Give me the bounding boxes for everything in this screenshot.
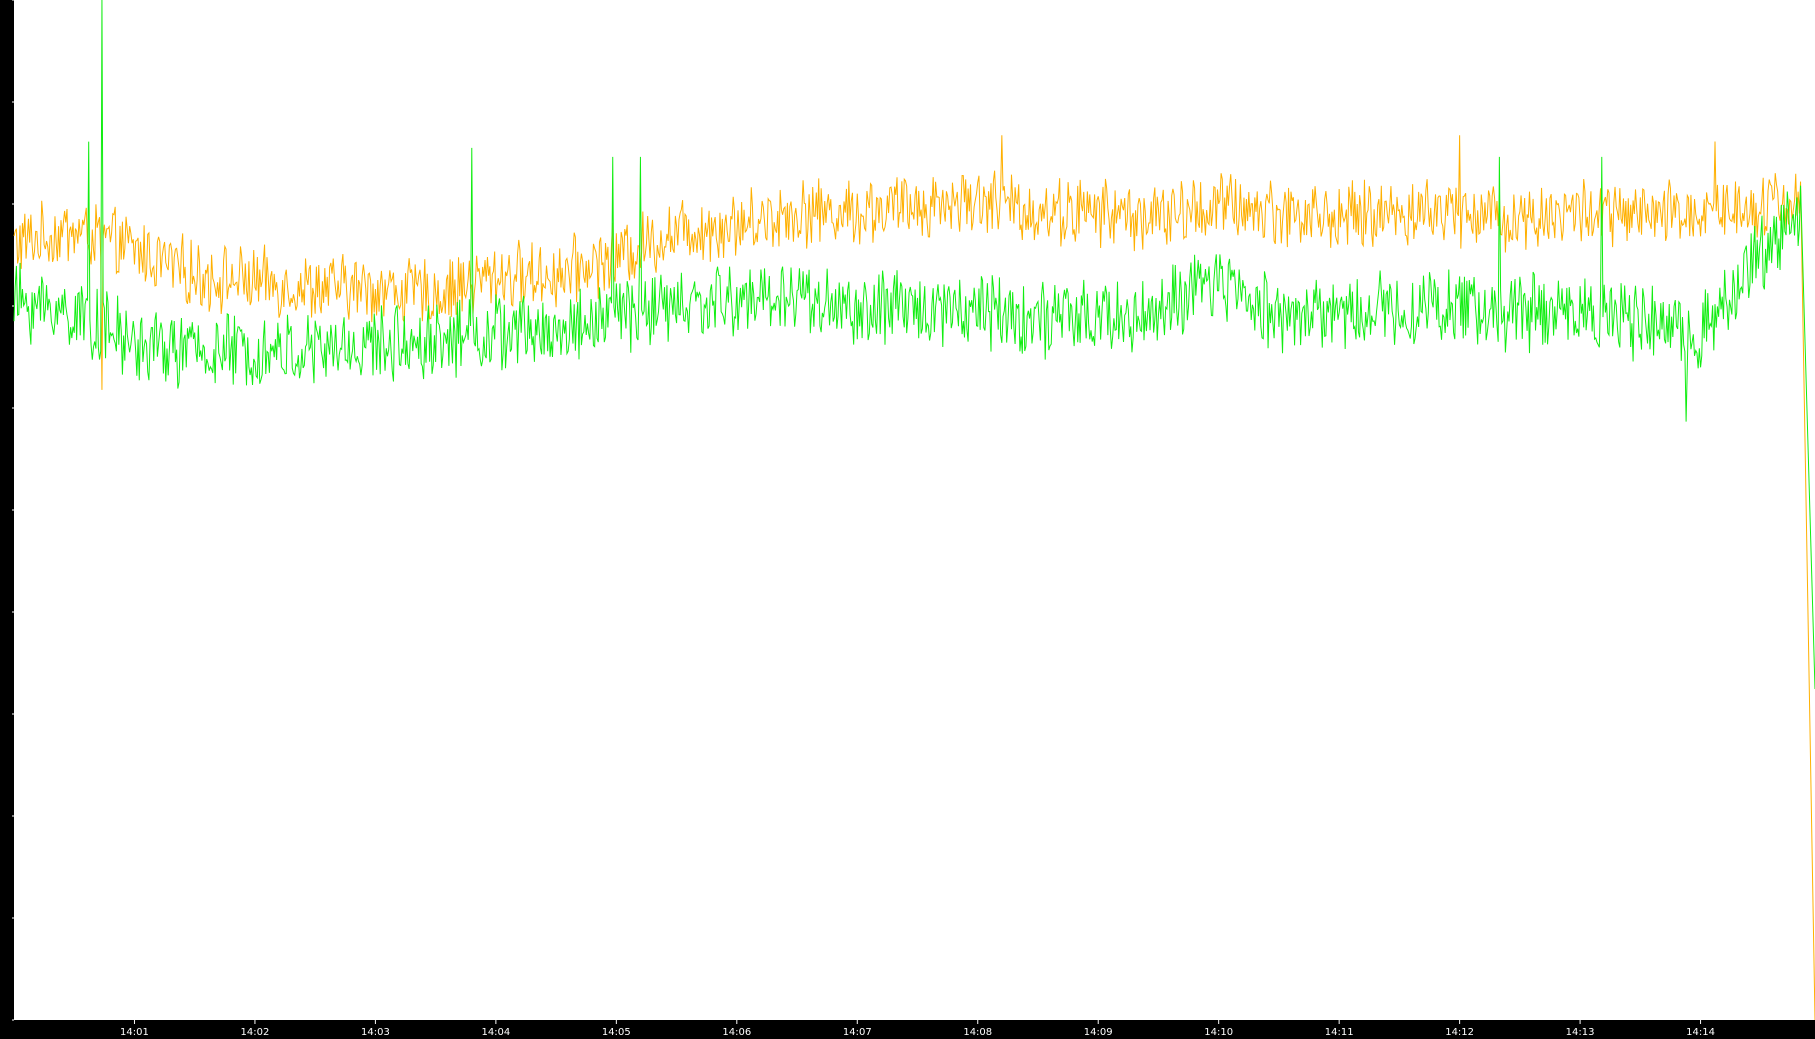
y-tick-label: 4006 (2, 497, 13, 522)
y-tick-label: 6409 (2, 191, 13, 216)
x-axis-bar (0, 1020, 1815, 1039)
x-tick-label: 14:02 (241, 1027, 270, 1038)
y-tick-label: 5608 (2, 293, 13, 318)
x-tick-label: 14:10 (1204, 1027, 1233, 1038)
y-tick-label: 1602 (2, 803, 13, 828)
x-tick-label: 14:12 (1445, 1027, 1474, 1038)
y-tick-label: 0 (2, 1018, 13, 1024)
y-tick-label: 8012 (2, 0, 13, 2)
x-tick-label: 14:04 (481, 1027, 510, 1038)
series-line (13, 0, 1815, 690)
line-chart: 0 801 1602 2403 3204 4006 4807 5608 6409 7210 8012… (0, 0, 1815, 1039)
x-tick-label: 14:06 (722, 1027, 751, 1038)
x-tick-label: 14:07 (843, 1027, 872, 1038)
x-tick-label: 14:01 (120, 1027, 149, 1038)
chart-canvas: 0 801 1602 2403 3204 4006 4807 5608 6409 7210 8012… (0, 0, 1815, 1039)
y-tick-label: 801 (2, 908, 13, 927)
x-tick-label: 14:05 (602, 1027, 631, 1038)
series-line (13, 135, 1815, 1021)
x-tick-label: 14:03 (361, 1027, 390, 1038)
x-tick-label: 14:09 (1084, 1027, 1113, 1038)
y-tick-label: 7210 (2, 89, 13, 114)
y-tick-label: 4807 (2, 395, 13, 420)
plot-area (13, 0, 1815, 1021)
y-tick-label: 3204 (2, 599, 13, 624)
y-tick-label: 2403 (2, 701, 13, 726)
x-tick-label: 14:11 (1325, 1027, 1354, 1038)
x-tick-label: 14:13 (1566, 1027, 1595, 1038)
x-tick-label: 14:14 (1686, 1027, 1715, 1038)
x-tick-label: 14:08 (963, 1027, 992, 1038)
